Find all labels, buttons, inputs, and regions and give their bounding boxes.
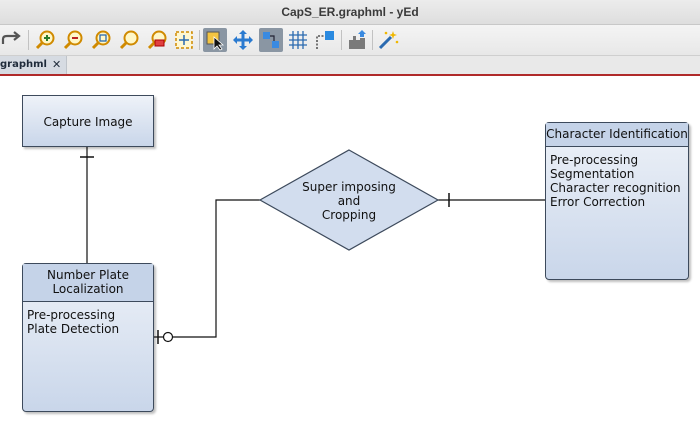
entity-character-identification[interactable]: Character Identification Pre-processing …: [545, 122, 689, 280]
entity-header-line: Localization: [52, 282, 124, 296]
toolbar: [0, 25, 700, 56]
tab-graphml[interactable]: graphml ✕: [0, 56, 67, 74]
zero-cardinality-marker: [162, 331, 174, 343]
zoom-original-icon[interactable]: [117, 28, 141, 52]
relationship-label-line: and: [337, 194, 361, 208]
edge-plate-relation[interactable]: [154, 199, 260, 338]
attribute-item: Segmentation: [550, 167, 635, 181]
close-icon[interactable]: ✕: [52, 58, 61, 71]
magic-wand-icon[interactable]: [376, 28, 400, 52]
toolbar-separator: [372, 30, 373, 50]
entity-capture-image[interactable]: Capture Image: [22, 95, 154, 147]
entity-attributes: Pre-processing Plate Detection: [23, 302, 153, 339]
attribute-item: Error Correction: [550, 195, 646, 209]
redo-icon[interactable]: [0, 28, 24, 52]
snap-line-icon[interactable]: [313, 28, 337, 52]
relationship-label: Super imposing and Cropping: [290, 180, 408, 222]
grid-icon[interactable]: [286, 28, 310, 52]
zoom-out-icon[interactable]: [61, 28, 85, 52]
diagram-canvas[interactable]: Capture Image Number Plate Localization …: [0, 76, 700, 425]
edit-mode-icon[interactable]: [203, 28, 227, 52]
title-bar: CapS_ER.graphml - yEd: [0, 0, 700, 25]
zoom-fit-icon[interactable]: [89, 28, 113, 52]
select-mode-icon[interactable]: [259, 28, 283, 52]
entity-label: Capture Image: [43, 115, 133, 129]
attribute-item: Pre-processing: [550, 153, 639, 167]
export-icon[interactable]: [345, 28, 369, 52]
attribute-item: Pre-processing: [27, 308, 116, 322]
fit-content-icon[interactable]: [172, 28, 196, 52]
move-view-icon[interactable]: [231, 28, 255, 52]
toolbar-separator: [199, 30, 200, 50]
entity-header-line: Number Plate: [46, 268, 130, 282]
document-tab-bar: graphml ✕: [0, 56, 700, 76]
toolbar-separator: [28, 30, 29, 50]
relationship-label-line: Cropping: [321, 208, 377, 222]
toolbar-separator: [341, 30, 342, 50]
entity-attributes: Pre-processing Segmentation Character re…: [546, 147, 688, 212]
entity-number-plate-localization[interactable]: Number Plate Localization Pre-processing…: [22, 263, 154, 412]
attribute-item: Character recognition: [550, 181, 681, 195]
relationship-label-line: Super imposing: [302, 180, 396, 194]
tab-label: graphml: [0, 59, 47, 70]
zoom-area-icon[interactable]: [145, 28, 169, 52]
attribute-item: Plate Detection: [27, 322, 120, 336]
window-title: CapS_ER.graphml - yEd: [281, 5, 419, 19]
entity-header: Number Plate Localization: [23, 264, 153, 302]
entity-header: Character Identification: [546, 123, 688, 147]
zoom-in-icon[interactable]: [33, 28, 57, 52]
